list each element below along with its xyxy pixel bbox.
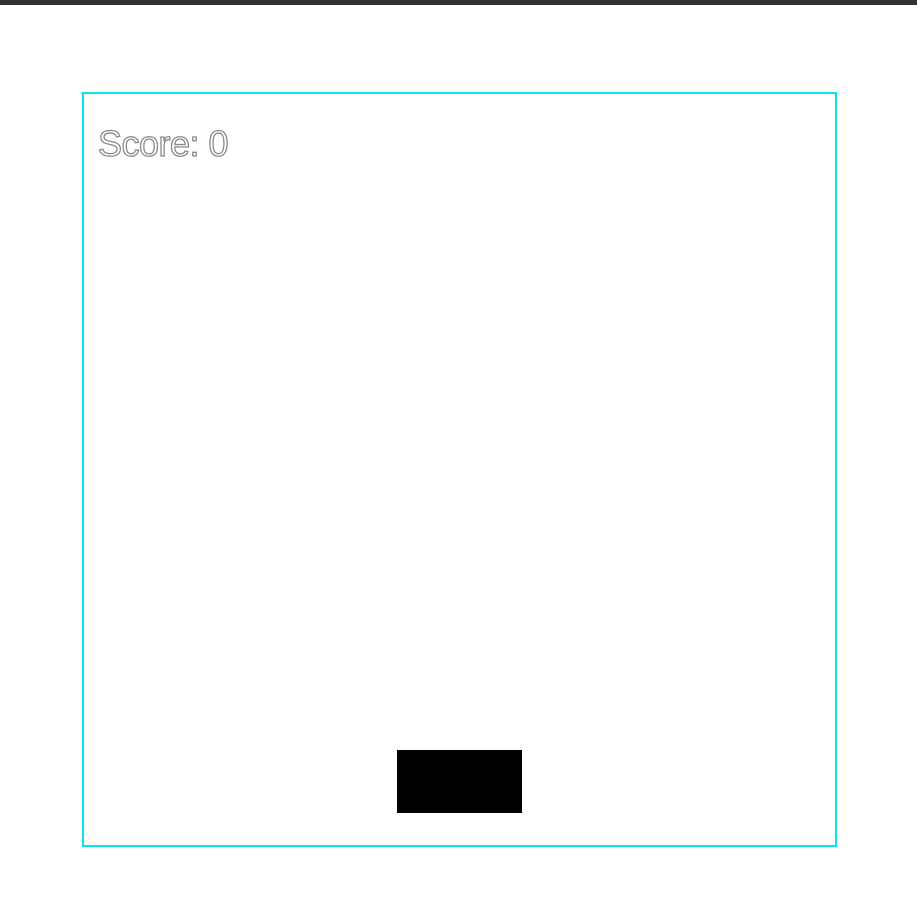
score-display: Score: 0	[97, 123, 229, 164]
player-paddle[interactable]	[397, 750, 522, 813]
window-top-bar	[0, 0, 917, 5]
game-canvas[interactable]: Score: 0	[82, 92, 837, 847]
